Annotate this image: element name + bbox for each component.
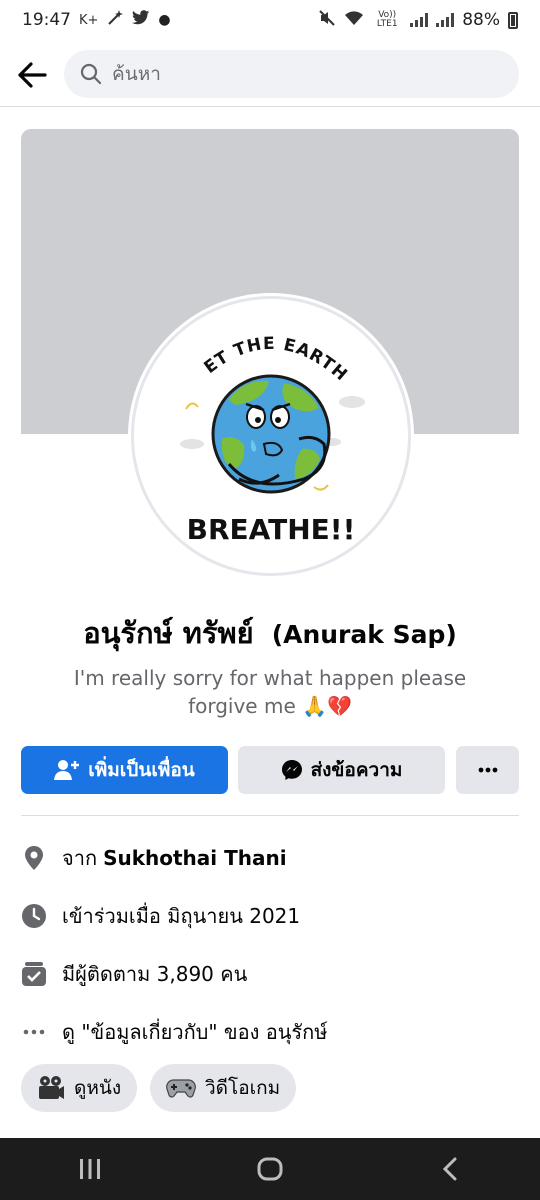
carrier-label: Vo)) LTE1 [376, 10, 398, 29]
status-bar: 19:47 K+ ● Vo)) LTE1 88% [0, 0, 540, 40]
followers-icon [21, 961, 47, 987]
info-from: จาก Sukhothai Thani [21, 838, 521, 878]
twitter-icon [132, 9, 150, 31]
profile-name-thai: อนุรักษ์ ทรัพย์ [83, 616, 254, 650]
status-left: 19:47 K+ ● [22, 9, 171, 32]
back-button[interactable] [0, 44, 64, 106]
add-friend-label: เพิ่มเป็นเพื่อน [88, 759, 195, 781]
magic-wand-icon [106, 9, 124, 32]
joined-text: เข้าร่วมเมื่อ มิถุนายน 2021 [62, 904, 301, 928]
add-friend-button[interactable]: เพิ่มเป็นเพื่อน [21, 746, 228, 794]
signal-icon-2 [436, 13, 455, 27]
recent-apps-icon [80, 1159, 100, 1179]
hobby-label-movies: ดูหนัง [74, 1077, 122, 1099]
info-joined: เข้าร่วมเมื่อ มิถุนายน 2021 [21, 896, 521, 936]
bio-line-1: I'm really sorry for what happen please [73, 666, 467, 690]
hobby-label-video-games: วิดีโอเกม [205, 1077, 281, 1099]
messenger-icon [281, 760, 302, 780]
hobby-chip-movies[interactable]: ดูหนัง [21, 1064, 138, 1112]
system-nav-bar [0, 1138, 540, 1200]
signal-icon [410, 13, 429, 27]
profile-bio: I'm really sorry for what happen please … [60, 664, 480, 720]
more-horizontal-icon [21, 1019, 47, 1045]
recent-apps-button[interactable] [50, 1138, 130, 1200]
projector-icon [39, 1076, 64, 1099]
bio-line-2: forgive me 🙏💔 [188, 694, 352, 718]
from-place[interactable]: Sukhothai Thani [103, 846, 287, 870]
clock-icon [21, 903, 47, 929]
earth-illustration: LET THE EARTH BREATHE!! [134, 299, 365, 546]
message-label: ส่งข้อความ [310, 759, 403, 781]
more-options-button[interactable] [456, 746, 519, 794]
battery-icon [508, 11, 518, 29]
battery-percent: 88% [462, 10, 500, 30]
dot-icon: ● [158, 12, 171, 28]
more-icon [478, 767, 497, 773]
info-about[interactable]: ดู "ข้อมูลเกี่ยวกับ" ของ อนุรักษ์ [21, 1012, 521, 1052]
search-bar[interactable] [64, 50, 519, 98]
home-icon [257, 1157, 283, 1181]
message-button[interactable]: ส่งข้อความ [238, 746, 445, 794]
about-link: ดู "ข้อมูลเกี่ยวกับ" ของ อนุรักษ์ [62, 1020, 328, 1044]
gamepad-icon [166, 1079, 196, 1098]
search-input[interactable] [112, 63, 492, 85]
location-pin-icon [21, 845, 47, 871]
search-header [0, 44, 540, 106]
mute-icon [318, 9, 336, 32]
info-followers[interactable]: มีผู้ติดตาม 3,890 คน [21, 954, 521, 994]
home-button[interactable] [230, 1138, 310, 1200]
arrow-left-icon [18, 62, 47, 88]
system-back-button[interactable] [410, 1138, 490, 1200]
wifi-icon [344, 10, 364, 31]
add-friend-icon [54, 760, 80, 780]
from-prefix: จาก [62, 846, 98, 870]
search-icon [80, 63, 102, 85]
back-icon [442, 1157, 457, 1181]
followers-text: มีผู้ติดตาม 3,890 คน [62, 962, 248, 986]
section-divider [21, 815, 519, 816]
status-time: 19:47 [22, 10, 71, 30]
profile-name-latin: (Anurak Sap) [271, 620, 457, 649]
profile-name: อนุรักษ์ ทรัพย์ (Anurak Sap) [0, 610, 540, 656]
hobby-chip-video-games[interactable]: วิดีโอเกม [150, 1064, 297, 1112]
k-plus-icon: K+ [79, 12, 99, 28]
avatar[interactable]: LET THE EARTH BREATHE!! [131, 296, 411, 576]
status-right: Vo)) LTE1 88% [318, 9, 518, 32]
header-divider [0, 106, 540, 107]
avatar-bottom-text: BREATHE!! [187, 513, 356, 546]
